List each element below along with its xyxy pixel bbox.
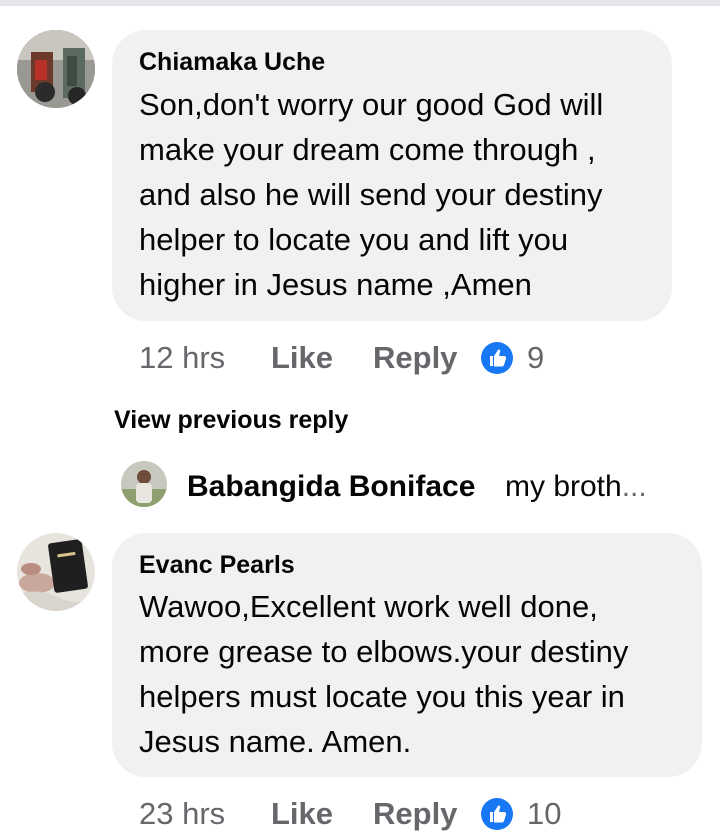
comment-line: Son,don't worry our good God will [139,87,604,122]
reply-button[interactable]: Reply [373,796,457,832]
comment-line: helper to locate you and lift you [139,222,569,257]
comment-text: Son,don't worry our good God will make y… [139,82,603,307]
ellipsis: ... [621,470,647,503]
comment-line: helpers must locate you this year in [139,679,625,714]
reply-preview-text[interactable]: my broth... [505,470,647,504]
comment-line: higher in Jesus name ,Amen [139,267,532,302]
reply-button[interactable]: Reply [373,340,457,376]
comment-timestamp[interactable]: 12 hrs [139,340,225,376]
thumbs-up-icon[interactable] [481,342,513,374]
comment-line: and also he will send your destiny [139,177,603,212]
comment-line: Wawoo,Excellent work well done, [139,589,598,624]
comment-line: Jesus name. Amen. [139,724,412,759]
chiamaka-avatar[interactable] [17,30,95,108]
comment-line: make your dream come through , [139,132,596,167]
like-button[interactable]: Like [271,340,333,376]
comment-timestamp[interactable]: 23 hrs [139,796,225,832]
reaction-count[interactable]: 9 [527,340,544,376]
babangida-avatar[interactable] [121,461,167,507]
reply-author[interactable]: Babangida Boniface [187,470,475,504]
view-previous-reply-link[interactable]: View previous reply [114,406,348,435]
reaction-count[interactable]: 10 [527,796,561,832]
like-button[interactable]: Like [271,796,333,832]
evanc-avatar[interactable] [17,533,95,611]
comment-text: Wawoo,Excellent work well done, more gre… [139,584,628,764]
thumbs-up-icon[interactable] [481,798,513,830]
reply-preview: my broth [505,470,622,503]
comment-author[interactable]: Evanc Pearls [139,551,295,580]
top-divider [0,0,720,6]
comment-line: more grease to elbows.your destiny [139,634,629,669]
comment-author[interactable]: Chiamaka Uche [139,48,325,77]
